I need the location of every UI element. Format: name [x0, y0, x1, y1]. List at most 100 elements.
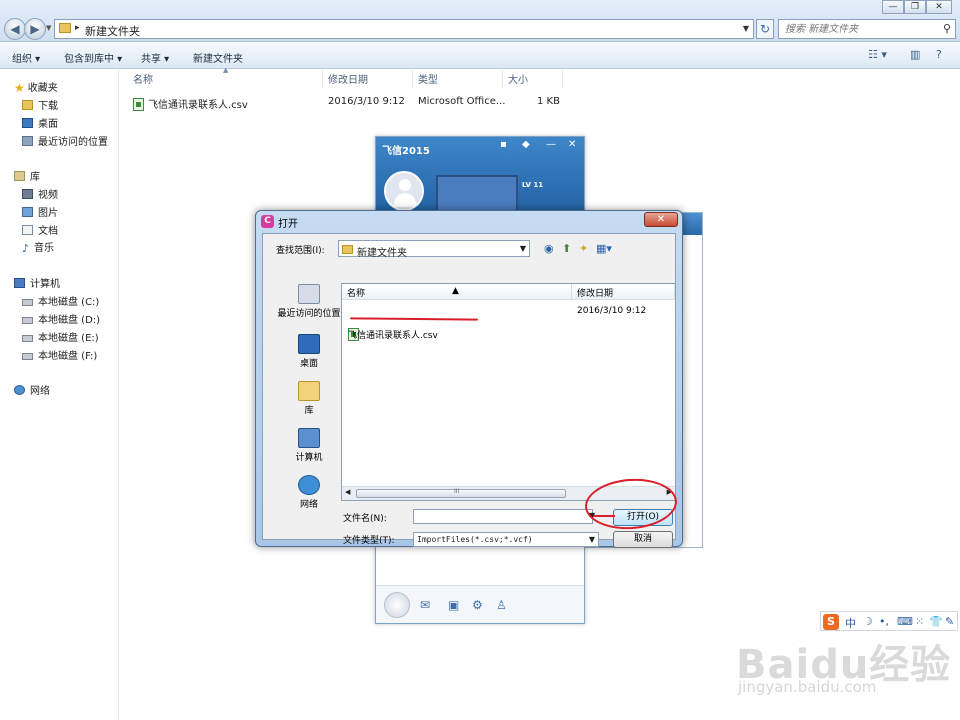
- nav-downloads[interactable]: 下载: [22, 97, 58, 112]
- path-text: 新建文件夹: [85, 25, 140, 38]
- scroll-left-icon[interactable]: ◀: [345, 488, 350, 496]
- nav-pictures[interactable]: 图片: [22, 204, 58, 219]
- nav-disk-f[interactable]: 本地磁盘 (F:): [22, 347, 97, 362]
- share-button[interactable]: 共享 ▾: [141, 50, 169, 65]
- punctuation-icon[interactable]: •,: [879, 615, 889, 628]
- column-name[interactable]: 名称: [133, 71, 153, 86]
- nav-disk-c[interactable]: 本地磁盘 (C:): [22, 293, 99, 308]
- mail-icon[interactable]: ✉: [420, 598, 430, 612]
- toolbox-icon[interactable]: ⁙: [915, 615, 924, 628]
- nav-libraries[interactable]: 库: [14, 168, 40, 183]
- new-folder-button[interactable]: 新建文件夹: [193, 50, 243, 65]
- nav-favorites[interactable]: ★ 收藏夹: [14, 79, 58, 95]
- nav-disk-e[interactable]: 本地磁盘 (E:): [22, 329, 99, 344]
- dialog-list-header: ▲ 名称 修改日期: [342, 284, 675, 300]
- place-network[interactable]: 网络: [269, 475, 349, 510]
- dialog-column-name[interactable]: 名称: [347, 286, 365, 299]
- fetion-app-icon: C: [261, 215, 274, 228]
- ime-mode-indicator[interactable]: 中: [845, 615, 856, 631]
- minimize-button[interactable]: —: [882, 0, 904, 14]
- forward-button[interactable]: ▶: [24, 18, 46, 40]
- column-divider[interactable]: [412, 70, 413, 88]
- dialog-column-modified[interactable]: 修改日期: [577, 286, 613, 299]
- up-folder-icon[interactable]: ⬆: [562, 242, 571, 255]
- sogou-logo-icon[interactable]: S: [823, 614, 839, 630]
- chevron-down-icon: ▼: [588, 535, 595, 544]
- open-dialog: C 打开 ✕ 查找范围(I): 新建文件夹 ▼ ◉ ⬆ ✦ ▦▾ 最近访问的位置…: [255, 210, 683, 548]
- command-bar: 组织 ▾ 包含到库中 ▾ 共享 ▾ 新建文件夹 ☷ ▾ ▥ ?: [0, 43, 960, 69]
- desktop-icon: [22, 118, 33, 128]
- column-divider[interactable]: [571, 284, 572, 300]
- desktop-icon: [298, 334, 320, 354]
- nav-computer[interactable]: 计算机: [14, 275, 60, 290]
- filename-label: 文件名(N):: [343, 514, 387, 524]
- path-field[interactable]: ▸ 新建文件夹 ▼: [54, 19, 754, 39]
- dialog-file-list[interactable]: ▲ 名称 修改日期 飞信通讯录联系人.csv 2016/3/10 9:12 ◀ …: [341, 283, 676, 501]
- column-divider[interactable]: [562, 70, 563, 88]
- filetype-value: ImportFiles(*.csv;*.vcf): [417, 535, 533, 544]
- place-recent[interactable]: 最近访问的位置: [269, 284, 349, 319]
- fetion-logo-icon[interactable]: [384, 592, 410, 618]
- close-button[interactable]: ✕: [926, 0, 952, 14]
- dialog-close-button[interactable]: ✕: [644, 212, 678, 227]
- lookin-value: 新建文件夹: [357, 248, 407, 259]
- place-desktop[interactable]: 桌面: [269, 334, 349, 369]
- fetion-footer: ✉ ▣ ⚙ ♙: [376, 585, 584, 623]
- new-folder-icon[interactable]: ✦: [579, 242, 588, 255]
- nav-recent[interactable]: 最近访问的位置: [22, 133, 108, 148]
- column-modified[interactable]: 修改日期: [328, 71, 368, 86]
- search-box[interactable]: ⚲: [778, 19, 956, 39]
- column-divider[interactable]: [322, 70, 323, 88]
- help-icon[interactable]: ?: [936, 48, 942, 61]
- back-button[interactable]: ◀: [4, 18, 26, 40]
- filetype-select[interactable]: ImportFiles(*.csv;*.vcf) ▼: [413, 532, 599, 547]
- moon-icon[interactable]: ☽: [863, 615, 873, 628]
- chevron-right-icon: ▸: [75, 23, 80, 33]
- skin-icon[interactable]: 👕: [929, 615, 943, 628]
- column-type[interactable]: 类型: [418, 71, 438, 86]
- place-label: 计算机: [295, 453, 323, 463]
- file-modified: 2016/3/10 9:12: [328, 96, 405, 107]
- nav-documents[interactable]: 文档: [22, 222, 58, 237]
- chevron-down-icon[interactable]: ▼: [743, 24, 749, 33]
- place-computer[interactable]: 计算机: [269, 428, 349, 463]
- file-name: 飞信通讯录联系人.csv: [148, 100, 248, 111]
- filetype-label: 文件类型(T):: [343, 536, 395, 546]
- nav-label: 库: [30, 172, 40, 183]
- include-library-button[interactable]: 包含到库中 ▾: [64, 50, 122, 65]
- refresh-button[interactable]: ↻: [756, 19, 774, 39]
- add-contact-icon[interactable]: ♙: [496, 598, 507, 612]
- settings-icon[interactable]: ⚙: [472, 598, 483, 612]
- column-size[interactable]: 大小: [508, 71, 528, 86]
- wrench-icon[interactable]: ✎: [945, 615, 954, 628]
- disk-icon: [22, 335, 33, 342]
- view-icon[interactable]: ☷ ▾: [868, 48, 887, 61]
- lookin-select[interactable]: 新建文件夹 ▼: [338, 240, 530, 259]
- place-libraries[interactable]: 库: [269, 381, 349, 416]
- filename-input[interactable]: [413, 509, 593, 524]
- column-divider[interactable]: [674, 284, 675, 300]
- file-name-cell[interactable]: 飞信通讯录联系人.csv: [133, 96, 248, 111]
- search-input[interactable]: [779, 20, 929, 38]
- maximize-button[interactable]: ❐: [904, 0, 926, 14]
- nav-network[interactable]: 网络: [14, 382, 50, 397]
- message-icon[interactable]: ▪: [500, 139, 507, 150]
- scroll-thumb[interactable]: [356, 489, 566, 498]
- preview-pane-icon[interactable]: ▥: [910, 48, 920, 61]
- app-box-icon[interactable]: ▣: [448, 598, 459, 612]
- nav-desktop[interactable]: 桌面: [22, 115, 58, 130]
- cancel-button[interactable]: 取消: [613, 531, 673, 548]
- nav-videos[interactable]: 视频: [22, 186, 58, 201]
- keyboard-icon[interactable]: ⌨: [897, 615, 913, 628]
- history-dropdown[interactable]: ▼: [46, 24, 51, 32]
- close-icon[interactable]: ✕: [568, 139, 576, 150]
- back-icon[interactable]: ◉: [544, 242, 554, 255]
- avatar[interactable]: [384, 171, 424, 211]
- view-menu-icon[interactable]: ▦▾: [596, 242, 612, 255]
- nav-music[interactable]: ♪ 音乐: [22, 239, 54, 255]
- nav-disk-d[interactable]: 本地磁盘 (D:): [22, 311, 100, 326]
- column-divider[interactable]: [502, 70, 503, 88]
- minimize-icon[interactable]: —: [546, 139, 556, 150]
- skin-icon[interactable]: ◆: [522, 139, 530, 150]
- organize-button[interactable]: 组织 ▾: [12, 50, 40, 65]
